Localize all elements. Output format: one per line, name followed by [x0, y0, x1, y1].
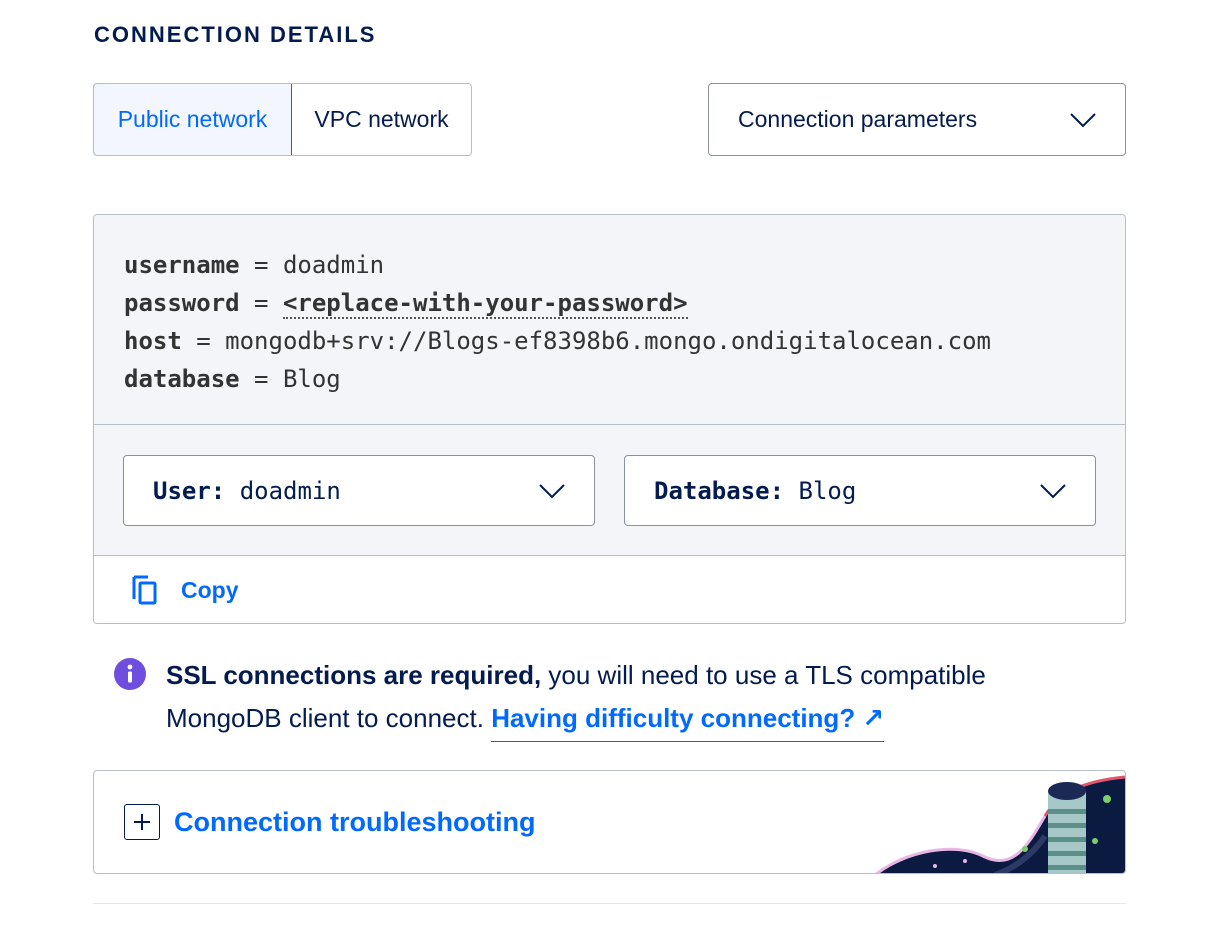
connection-code-block: username = doadmin password = <replace-w…: [94, 215, 1125, 425]
ssl-notice-strong: SSL connections are required,: [166, 660, 542, 690]
host-line: host = mongodb+srv://Blogs-ef8398b6.mong…: [124, 322, 1125, 360]
equals-sign: =: [196, 327, 211, 355]
password-placeholder[interactable]: <replace-with-your-password>: [282, 289, 688, 319]
chevron-down-icon: [539, 483, 565, 498]
user-select-text: User: doadmin: [153, 477, 341, 505]
copy-label: Copy: [181, 577, 239, 603]
selector-area: User: doadmin Database: Blog: [94, 425, 1125, 556]
equals-sign: =: [254, 251, 269, 279]
connection-parameters-dropdown[interactable]: Connection parameters: [708, 83, 1126, 156]
equals-sign: =: [254, 289, 269, 317]
host-key: host: [124, 327, 182, 355]
username-line: username = doadmin: [124, 246, 1125, 284]
database-illustration: [875, 775, 1125, 873]
password-line: password = <replace-with-your-password>: [124, 284, 1125, 322]
network-toggle: Public network VPC network: [93, 83, 472, 156]
ssl-notice: SSL connections are required, you will n…: [114, 654, 1114, 742]
database-select-label: Database:: [654, 476, 785, 505]
chevron-down-icon: [1070, 112, 1096, 127]
equals-sign: =: [254, 365, 269, 393]
database-select[interactable]: Database: Blog: [624, 455, 1096, 526]
username-value: doadmin: [282, 251, 385, 279]
difficulty-connecting-link[interactable]: Having difficulty connecting? ↗: [491, 703, 885, 742]
expand-plus-icon[interactable]: [124, 804, 160, 840]
database-value: Blog: [282, 365, 341, 393]
user-select[interactable]: User: doadmin: [123, 455, 595, 526]
copy-row: Copy: [94, 556, 1125, 623]
connection-troubleshooting-panel[interactable]: Connection troubleshooting: [93, 770, 1126, 874]
divider: [93, 903, 1126, 904]
ssl-notice-text: SSL connections are required, you will n…: [166, 654, 1086, 742]
user-select-value: doadmin: [239, 476, 341, 505]
vpc-network-tab[interactable]: VPC network: [292, 84, 471, 155]
database-select-value: Blog: [798, 476, 857, 505]
copy-button[interactable]: Copy: [131, 575, 239, 607]
database-key: database: [124, 365, 240, 393]
host-value: mongodb+srv://Blogs-ef8398b6.mongo.ondig…: [225, 327, 991, 355]
password-key: password: [124, 289, 240, 317]
connection-details-box: username = doadmin password = <replace-w…: [93, 214, 1126, 624]
public-network-tab[interactable]: Public network: [94, 84, 292, 155]
troubleshooting-title[interactable]: Connection troubleshooting: [174, 807, 535, 838]
database-select-text: Database: Blog: [654, 477, 856, 505]
section-title: CONNECTION DETAILS: [94, 22, 377, 47]
connection-parameters-label: Connection parameters: [738, 106, 978, 132]
user-select-label: User:: [153, 476, 226, 505]
info-icon: [114, 658, 146, 690]
copy-icon: [132, 575, 157, 604]
database-line: database = Blog: [124, 360, 1125, 398]
chevron-down-icon: [1040, 483, 1066, 498]
username-key: username: [124, 251, 240, 279]
